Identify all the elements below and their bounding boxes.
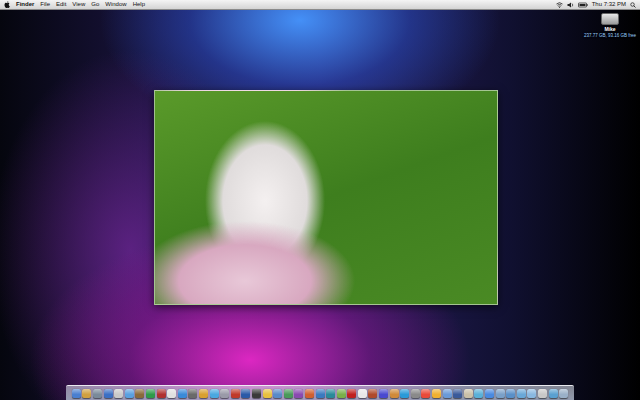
dock-app-icon[interactable] (379, 389, 388, 398)
dock-app-icon[interactable] (210, 389, 219, 398)
dock-app-icon[interactable] (178, 389, 187, 398)
dock-app-icon[interactable] (146, 389, 155, 398)
dock-app-icon[interactable] (93, 389, 102, 398)
dock-app-icon[interactable] (464, 389, 473, 398)
dock-app-icon[interactable] (157, 389, 166, 398)
dock-app-icon[interactable] (125, 389, 134, 398)
drive-detail: 237.77 GB, 93.16 GB free (584, 33, 636, 38)
dock-app-icon[interactable] (411, 389, 420, 398)
menu-bar: Finder File Edit View Go Window Help Thu 7:32 P… (0, 0, 640, 10)
menu-item[interactable]: View (72, 0, 85, 9)
dock-app-icon[interactable] (252, 389, 261, 398)
dock-app-icon[interactable] (199, 389, 208, 398)
dock-app-icon[interactable] (135, 389, 144, 398)
dock-app-icon[interactable] (559, 389, 568, 398)
desktop-screen: Finder File Edit View Go Window Help Thu 7:32 P… (0, 0, 640, 400)
wifi-icon[interactable] (556, 2, 563, 8)
dock-app-icon[interactable] (474, 389, 483, 398)
dock-app-icon[interactable] (326, 389, 335, 398)
dock-app-icon[interactable] (284, 389, 293, 398)
menu-item[interactable]: Help (133, 0, 145, 9)
dock (66, 385, 574, 400)
dock-row (0, 385, 640, 400)
dock-app-icon[interactable] (241, 389, 250, 398)
dock-app-icon[interactable] (305, 389, 314, 398)
menu-clock[interactable]: Thu 7:32 PM (592, 0, 626, 9)
dock-app-icon[interactable] (538, 389, 547, 398)
dock-app-icon[interactable] (358, 389, 367, 398)
dock-app-icon[interactable] (496, 389, 505, 398)
dock-app-icon[interactable] (517, 389, 526, 398)
dock-app-icon[interactable] (527, 389, 536, 398)
dock-app-icon[interactable] (443, 389, 452, 398)
dock-app-icon[interactable] (114, 389, 123, 398)
wallpaper-photo (154, 90, 498, 305)
dock-app-icon[interactable] (506, 389, 515, 398)
dock-app-icon[interactable] (549, 389, 558, 398)
dock-app-icon[interactable] (485, 389, 494, 398)
menu-item[interactable]: File (40, 0, 50, 9)
dock-app-icon[interactable] (188, 389, 197, 398)
desktop: Mike237.77 GB, 93.16 GB free (0, 10, 640, 400)
dock-app-icon[interactable] (273, 389, 282, 398)
dock-app-icon[interactable] (294, 389, 303, 398)
dock-app-icon[interactable] (421, 389, 430, 398)
dock-app-icon[interactable] (368, 389, 377, 398)
dock-app-icon[interactable] (82, 389, 91, 398)
desktop-drive[interactable]: Mike237.77 GB, 93.16 GB free (584, 13, 636, 38)
wallpaper-area (0, 10, 640, 385)
dock-app-icon[interactable] (316, 389, 325, 398)
dock-app-icon[interactable] (231, 389, 240, 398)
drive-label: Mike (604, 26, 615, 32)
dock-app-icon[interactable] (347, 389, 356, 398)
menu-item[interactable]: Edit (56, 0, 66, 9)
dock-app-icon[interactable] (167, 389, 176, 398)
dock-app-icon[interactable] (337, 389, 346, 398)
menu-item[interactable]: Window (105, 0, 126, 9)
dock-app-icon[interactable] (72, 389, 81, 398)
hard-drive-icon[interactable] (601, 13, 619, 25)
menu-item[interactable]: Go (91, 0, 99, 9)
dock-app-icon[interactable] (263, 389, 272, 398)
status-area: Thu 7:32 PM (556, 0, 636, 9)
apple-icon[interactable] (4, 1, 10, 8)
dock-app-icon[interactable] (432, 389, 441, 398)
app-menu[interactable]: Finder (16, 0, 34, 9)
dock-app-icon[interactable] (453, 389, 462, 398)
volume-icon[interactable] (567, 2, 574, 8)
dock-app-icon[interactable] (220, 389, 229, 398)
dock-app-icon[interactable] (400, 389, 409, 398)
battery-icon[interactable] (578, 2, 588, 8)
dock-app-icon[interactable] (390, 389, 399, 398)
dock-app-icon[interactable] (104, 389, 113, 398)
spotlight-icon[interactable] (630, 2, 636, 8)
